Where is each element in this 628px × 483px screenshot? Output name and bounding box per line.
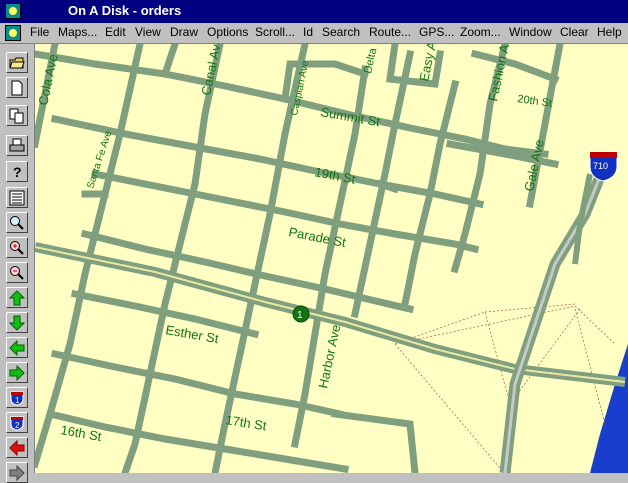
pan-right-button[interactable]: [6, 362, 28, 383]
forward-arrow-icon: [9, 465, 25, 481]
label-17th-st: 17th St: [225, 412, 268, 433]
open-folder-icon: [9, 57, 25, 69]
find-button[interactable]: [6, 212, 28, 233]
menu-options[interactable]: Options: [207, 25, 248, 39]
label-fashion-ave: Fashion A: [485, 44, 512, 103]
interstate-710-shield[interactable]: 710: [589, 151, 618, 182]
menu-search[interactable]: Search: [322, 25, 360, 39]
document-globe-icon[interactable]: [5, 25, 21, 41]
label-delta: Delta: [362, 46, 379, 74]
back-button[interactable]: [6, 437, 28, 458]
svg-text:1: 1: [15, 396, 20, 405]
open-button[interactable]: [6, 52, 28, 73]
zoom-out-icon: [10, 266, 24, 280]
pan-up-button[interactable]: [6, 287, 28, 308]
new-page-icon: [11, 80, 23, 96]
interstate-710-number: 710: [593, 161, 608, 171]
arrow-down-icon: [9, 315, 25, 331]
help-button[interactable]: ?: [6, 161, 28, 182]
help-icon: ?: [13, 164, 22, 180]
copy-button[interactable]: [6, 105, 28, 126]
list-icon: [9, 190, 25, 206]
window-title: On A Disk - orders: [68, 3, 182, 18]
label-gale-ave: Gale Ave: [521, 138, 547, 193]
arrow-up-icon: [9, 290, 25, 306]
menu-view[interactable]: View: [135, 25, 161, 39]
svg-text:?: ?: [13, 164, 22, 180]
zoom-out-button[interactable]: [6, 262, 28, 283]
zoom-in-button[interactable]: [6, 237, 28, 258]
app-globe-icon[interactable]: [5, 3, 21, 19]
route-1-marker[interactable]: 1: [292, 305, 310, 323]
menu-gps[interactable]: GPS...: [419, 25, 454, 39]
title-bar: On A Disk - orders: [0, 0, 628, 23]
list-button[interactable]: [6, 187, 28, 208]
label-summit-st: Summit St: [319, 104, 381, 129]
interstate-1-icon: 1: [10, 391, 24, 406]
menu-scroll[interactable]: Scroll...: [255, 25, 295, 39]
menu-help[interactable]: Help: [597, 25, 622, 39]
street-map[interactable]: Cola Ave Canal Ave Caspian Ave Delta Eas…: [35, 44, 628, 473]
interstate-2-button[interactable]: 2: [6, 412, 28, 433]
menu-route[interactable]: Route...: [369, 25, 411, 39]
new-button[interactable]: [6, 77, 28, 98]
menu-window[interactable]: Window: [509, 25, 552, 39]
menu-zoom[interactable]: Zoom...: [460, 25, 501, 39]
interstate-2-icon: 2: [10, 416, 24, 431]
interstate-1-button[interactable]: 1: [6, 387, 28, 408]
pan-down-button[interactable]: [6, 312, 28, 333]
print-button[interactable]: [6, 135, 28, 156]
zoom-in-icon: [10, 241, 24, 255]
red-arrow-left-icon: [9, 440, 25, 456]
water-area: [590, 344, 628, 473]
label-cola-ave: Cola Ave: [35, 53, 60, 107]
route-1-number: 1: [297, 310, 303, 321]
arrow-right-icon: [9, 365, 25, 381]
menu-maps[interactable]: Maps...: [58, 25, 97, 39]
menu-draw[interactable]: Draw: [170, 25, 198, 39]
label-parade-st: Parade St: [287, 224, 347, 250]
print-icon: [9, 138, 25, 152]
interstate-710-road: [499, 161, 611, 473]
menu-clear[interactable]: Clear: [560, 25, 589, 39]
menu-id[interactable]: Id: [303, 25, 313, 39]
copy-icon: [9, 108, 24, 124]
menu-bar: File Maps... Edit View Draw Options Scro…: [0, 23, 628, 44]
magnifier-icon: [10, 216, 24, 230]
menu-file[interactable]: File: [30, 25, 49, 39]
label-harbor-ave: Harbor Ave: [315, 323, 343, 389]
svg-text:2: 2: [15, 421, 20, 430]
pan-left-button[interactable]: [6, 337, 28, 358]
arrow-left-icon: [9, 340, 25, 356]
map-view[interactable]: Cola Ave Canal Ave Caspian Ave Delta Eas…: [35, 44, 628, 473]
tool-palette: ? 1 2: [0, 44, 35, 483]
menu-edit[interactable]: Edit: [105, 25, 126, 39]
